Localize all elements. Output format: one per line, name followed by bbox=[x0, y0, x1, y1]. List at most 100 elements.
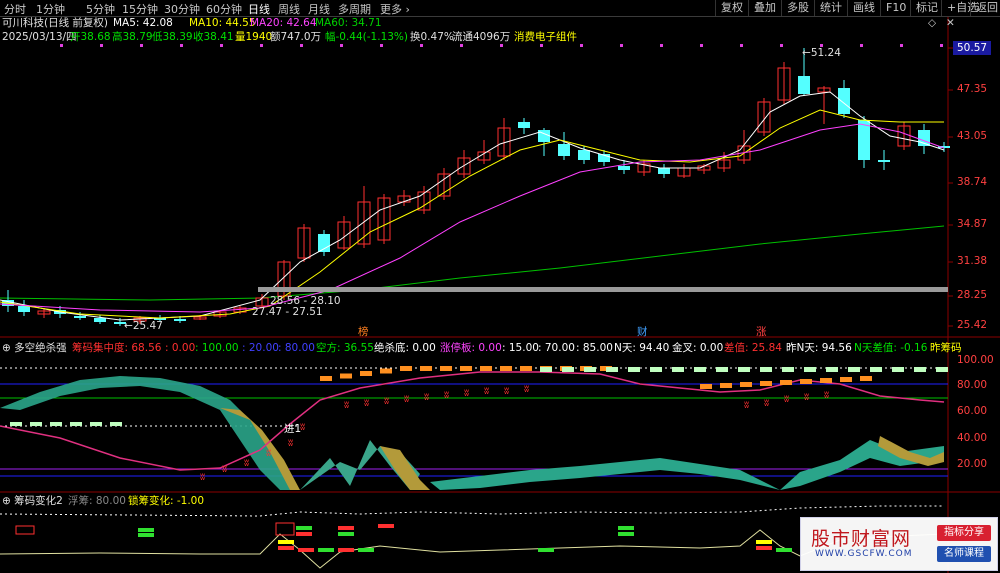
candle-body-down bbox=[18, 306, 30, 312]
signal-mark: ʬ bbox=[524, 384, 529, 395]
stock-title[interactable]: 可川科技(日线 前复权) bbox=[2, 17, 108, 30]
orange-step bbox=[440, 366, 452, 371]
orange-step bbox=[380, 368, 392, 374]
candlesticks bbox=[2, 48, 950, 326]
price-axis-label: 28.25 bbox=[957, 289, 988, 301]
chip-marker bbox=[296, 532, 312, 536]
marker-dot bbox=[620, 44, 623, 47]
bar-change: 幅-0.44(-1.13%) bbox=[325, 31, 409, 43]
orange-step bbox=[520, 366, 532, 371]
ma5-value: MA5: 42.08 bbox=[113, 17, 173, 29]
signal-mark: ʬ bbox=[744, 400, 749, 411]
price-axis-label: 31.38 bbox=[957, 255, 988, 267]
marker-dot bbox=[100, 44, 103, 47]
signal-mark: ʬ bbox=[484, 386, 489, 397]
green-dash bbox=[782, 367, 794, 372]
chip-marker bbox=[538, 548, 554, 552]
signal-mark: ʬ bbox=[344, 400, 349, 411]
signal-mark: ʬ bbox=[784, 394, 789, 405]
event-mark-bang[interactable]: 榜 bbox=[358, 326, 369, 339]
green-dash bbox=[10, 422, 22, 426]
chip-marker bbox=[756, 546, 772, 550]
chip-marker bbox=[338, 532, 354, 536]
marker-dot bbox=[580, 44, 583, 47]
orange-step bbox=[760, 381, 772, 386]
ind1-axis-label: 100.00 bbox=[957, 354, 994, 366]
orange-step bbox=[400, 366, 412, 371]
signal-mark: ʬ bbox=[824, 390, 829, 401]
marker-dot bbox=[540, 44, 543, 47]
suochou-value: 锁筹变化: -1.00 bbox=[128, 495, 205, 507]
close-icon[interactable]: ✕ bbox=[946, 17, 955, 30]
orange-step bbox=[780, 380, 792, 385]
kongfang-value: 空方: 36.55 bbox=[316, 342, 374, 354]
candle-body-down bbox=[798, 76, 810, 94]
ind1-v1: : 0.00 bbox=[165, 342, 196, 354]
orange-step bbox=[360, 371, 372, 376]
event-mark-cai[interactable]: 财 bbox=[637, 326, 648, 339]
indicator1-name[interactable]: ⊕ 多空绝杀强 bbox=[2, 342, 67, 355]
marker-dot bbox=[220, 44, 223, 47]
candle-body-down bbox=[518, 122, 530, 128]
chip-marker bbox=[618, 532, 634, 536]
green-dash bbox=[50, 422, 62, 426]
marker-dot bbox=[260, 44, 263, 47]
green-dash bbox=[110, 422, 122, 426]
price-axis-label: 25.42 bbox=[957, 319, 988, 331]
green-dash bbox=[650, 367, 662, 372]
signal-mark: ʬ bbox=[200, 472, 205, 483]
nday-diff-value: N天差值: -0.16 bbox=[854, 342, 928, 354]
marker-dot bbox=[700, 44, 703, 47]
ma60-value: MA60: 34.71 bbox=[315, 17, 382, 29]
indicator2-name[interactable]: ⊕ 筹码变化2 bbox=[2, 495, 63, 508]
nday-value: N天: 94.40 bbox=[614, 342, 670, 354]
juesha-value: 绝杀底: 0.00 bbox=[374, 342, 436, 354]
chip-marker bbox=[138, 533, 154, 537]
sector-name[interactable]: 消费电子组件 bbox=[514, 31, 577, 44]
green-dash bbox=[672, 367, 684, 372]
green-dash bbox=[914, 367, 926, 372]
green-dash bbox=[892, 367, 904, 372]
marker-dot bbox=[660, 44, 663, 47]
marker-dot bbox=[340, 44, 343, 47]
high-marker: ←51.24 bbox=[802, 47, 841, 59]
price-gridlines bbox=[948, 47, 953, 327]
signal-mark: ʬ bbox=[384, 396, 389, 407]
chip-marker bbox=[338, 548, 354, 552]
marker-dot bbox=[740, 44, 743, 47]
ma10-line bbox=[0, 109, 944, 319]
signal-mark: ʬ bbox=[288, 438, 293, 449]
ind1-axis-label: 20.00 bbox=[957, 458, 988, 470]
chip-concentration: 筹码集中度: 68.56 bbox=[72, 342, 162, 354]
event-mark-zhang[interactable]: 涨 bbox=[756, 326, 767, 339]
green-dash bbox=[716, 367, 728, 372]
ind1-axis-label: 60.00 bbox=[957, 405, 988, 417]
green-dash bbox=[760, 367, 772, 372]
orange-step bbox=[420, 366, 432, 371]
ind1-v2: : 100.00 bbox=[195, 342, 239, 354]
bar-high: 高38.79 bbox=[112, 31, 153, 43]
marker-dot bbox=[300, 44, 303, 47]
marker-dot bbox=[940, 44, 943, 47]
site-watermark: 股市财富网 WWW.GSCFW.COM 指标分享 名师课程 bbox=[800, 517, 998, 571]
candle-body-down bbox=[74, 316, 86, 318]
signal-mark: ʬ bbox=[222, 464, 227, 475]
signal-mark: ʬ bbox=[244, 458, 249, 469]
watermark-tag-share: 指标分享 bbox=[937, 525, 991, 541]
band-area-1 bbox=[0, 376, 300, 490]
float-shares: 流通4096万 bbox=[452, 31, 511, 43]
diamond-icon[interactable]: ◇ bbox=[928, 17, 936, 30]
green-dash bbox=[826, 367, 838, 372]
zuo-nday-value: 昨N天: 94.56 bbox=[786, 342, 852, 354]
marker-dot bbox=[140, 44, 143, 47]
jincha-value: 金叉: 0.00 bbox=[672, 342, 724, 354]
candle-body-down bbox=[658, 168, 670, 174]
orange-step bbox=[700, 384, 712, 389]
orange-step bbox=[860, 376, 872, 381]
kline-chart[interactable]: ʬʬʬʬʬʬʬ ʬ ʬ ʬ ʬ ʬ ʬ ʬ ʬ ʬʬ ʬ ʬ ʬ ʬ bbox=[0, 0, 1000, 573]
red-box bbox=[15, 525, 35, 535]
signal-mark: ʬ bbox=[444, 390, 449, 401]
ma5-line bbox=[0, 91, 945, 321]
bar-date: 2025/03/13/四 bbox=[2, 31, 77, 43]
ind1-v4: : 80.00 bbox=[278, 342, 315, 354]
